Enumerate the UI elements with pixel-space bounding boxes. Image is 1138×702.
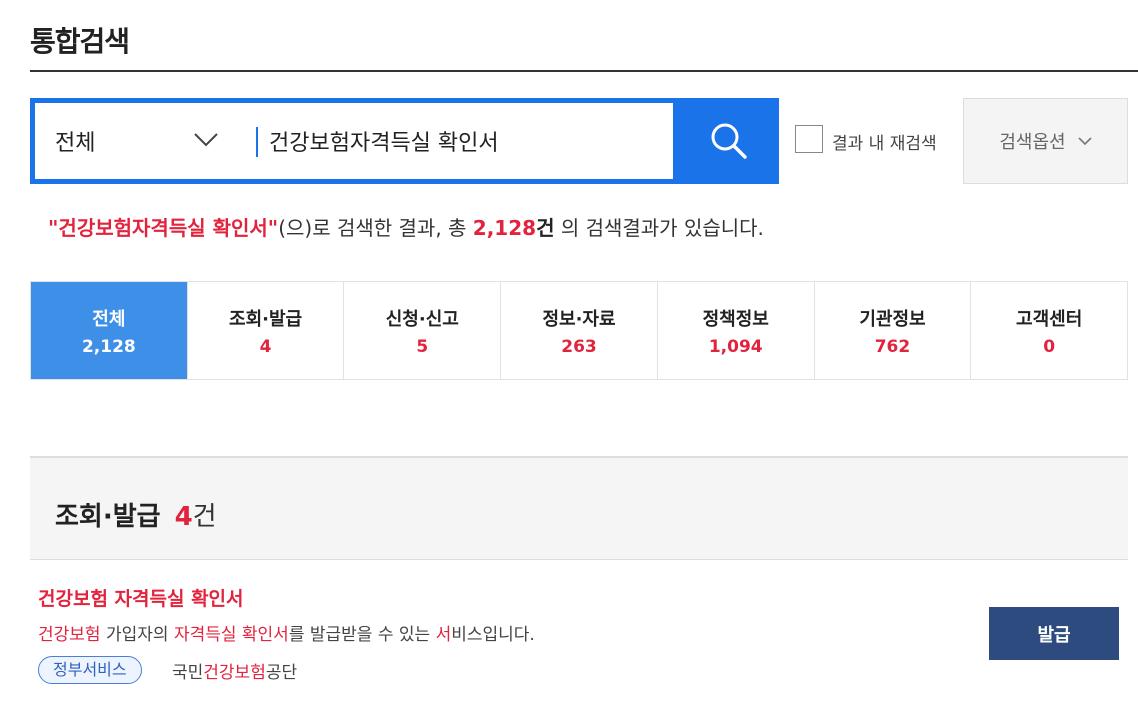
tab-label: 정보·자료 [542,308,616,330]
desc-text: 를 발급받을 수 있는 [288,625,436,645]
search-icon [711,123,747,159]
tab-label: 전체 [92,308,126,330]
desc-text: 가입자의 [100,625,174,645]
search-options-button[interactable]: 검색옵션 [963,98,1128,184]
search-box: 전체 [30,98,678,184]
tab-label: 고객센터 [1016,308,1083,330]
tab-count: 0 [1043,336,1056,357]
summary-total: 2,128 [472,216,537,240]
tab-count: 2,128 [81,336,136,357]
refine-search-label[interactable]: 결과 내 재검색 [832,129,937,154]
org-highlight: 건강보험 [203,663,266,683]
result-title-link[interactable]: 건강보험 자격득실 확인서 [38,584,244,611]
chevron-down-icon [1078,136,1092,145]
tab-application-report[interactable]: 신청·신고 5 [344,282,502,379]
search-button[interactable] [678,98,779,184]
summary-text-1: (으)로 검색한 결과, 총 [278,216,473,240]
tab-all[interactable]: 전체 2,128 [31,282,188,379]
chevron-down-icon [194,133,218,147]
org-text: 국민 [172,663,204,683]
title-divider [30,70,1138,72]
result-description: 건강보험 가입자의 자격득실 확인서를 발급받을 수 있는 서비스입니다. [38,620,535,645]
section-header: 조회·발급 4건 [30,456,1128,560]
section-title: 조회·발급 4건 [55,496,217,533]
tab-agency-info[interactable]: 기관정보 762 [814,282,972,379]
tab-label: 기관정보 [859,308,926,330]
tab-info-data[interactable]: 정보·자료 263 [501,282,658,379]
tab-count: 4 [259,336,272,357]
issue-button[interactable]: 발급 [989,607,1119,660]
tab-count: 762 [874,336,911,357]
section-unit: 건 [192,502,217,532]
tab-label: 신청·신고 [385,308,459,330]
desc-highlight: 서 [435,625,452,645]
organization-name: 국민건강보험공단 [172,658,297,683]
refine-search-checkbox[interactable] [795,125,823,153]
search-result-summary: "건강보험자격득실 확인서"(으)로 검색한 결과, 총 2,128건 의 검색… [48,212,764,241]
category-tabs: 전체 2,128 조회·발급 4 신청·신고 5 정보·자료 263 정책정보 … [30,281,1128,380]
desc-text: 비스입니다. [451,625,535,645]
summary-query: "건강보험자격득실 확인서" [48,216,279,240]
search-scope-select[interactable]: 전체 [35,103,250,179]
section-count: 4 [174,502,193,532]
tab-customer-center[interactable]: 고객센터 0 [971,282,1128,379]
desc-highlight: 건강보험 [38,625,101,645]
org-text: 공단 [265,663,298,683]
tab-count: 1,094 [708,336,763,357]
tab-count: 263 [561,336,597,357]
tab-label: 조회·발급 [229,308,303,330]
search-input[interactable] [269,117,669,165]
search-options-label: 검색옵션 [999,132,1066,153]
search-scope-label: 전체 [55,131,96,156]
input-caret-divider [256,127,258,157]
desc-highlight: 자격득실 확인서 [173,625,289,645]
page-title: 통합검색 [30,25,130,58]
summary-unit: 건 [536,216,555,240]
service-type-badge: 정부서비스 [38,656,142,684]
tab-policy-info[interactable]: 정책정보 1,094 [657,282,815,379]
tab-count: 5 [416,336,429,357]
tab-inquiry-issuance[interactable]: 조회·발급 4 [187,282,345,379]
tab-label: 정책정보 [702,308,769,330]
summary-text-2: 의 검색결과가 있습니다. [554,216,764,240]
section-title-label: 조회·발급 [55,502,161,532]
